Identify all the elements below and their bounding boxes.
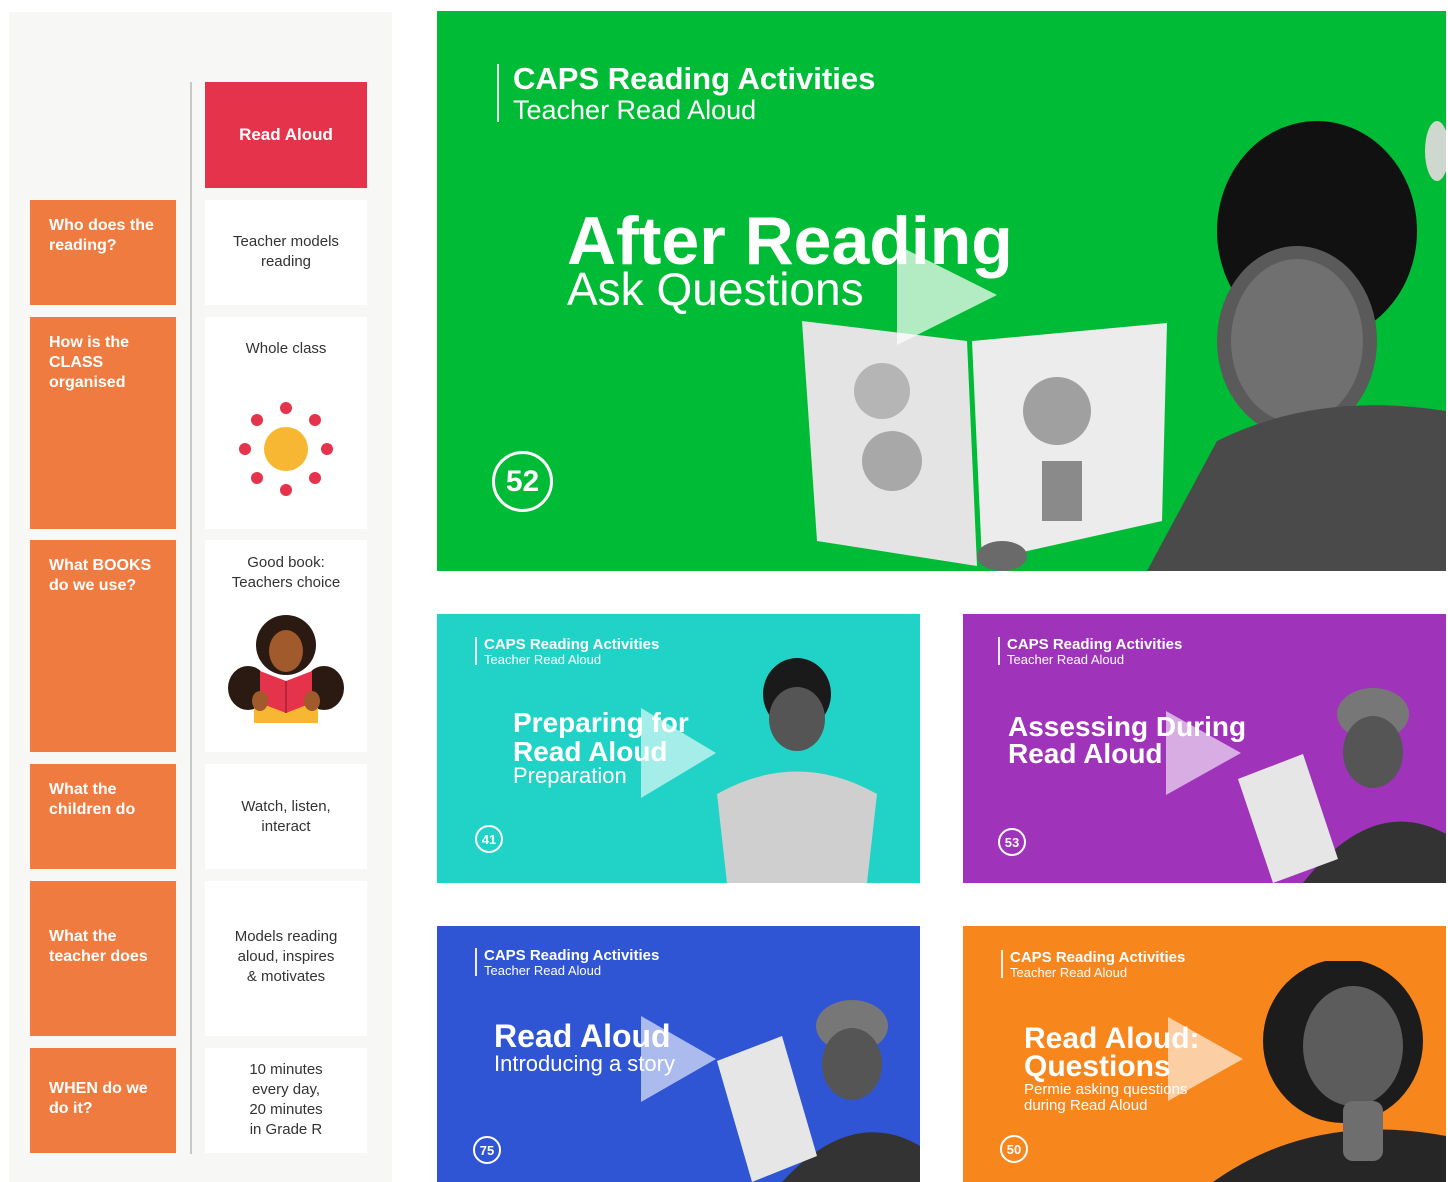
teacher-photo [717,1000,920,1182]
answer-text: 10 minutes every day, 20 minutes in Grad… [249,1061,323,1138]
answer-text: Teacher models reading [233,233,339,270]
answer-text: Watch, listen, interact [241,798,331,835]
question-teacher-does: What the teacher does [30,881,176,1036]
brand-subtitle: Teacher Read Aloud [484,652,602,667]
answer-text: Good book: Teachers choice [231,554,341,591]
video-subtitle: Preparation [513,763,627,788]
answer-children-do: Watch, listen, interact [205,764,367,869]
reading-woman-icon [228,615,344,723]
video-card-assessing[interactable]: CAPS Reading Activities Teacher Read Alo… [963,614,1446,883]
answer-class-organised: Whole class [205,317,367,529]
answer-what-books: Good book: Teachers choice [205,540,367,752]
brand-title: CAPS Reading Activities [484,947,660,964]
video-subtitle: Introducing a story [494,1051,675,1076]
video-title: Read Aloud [494,1018,671,1054]
brand-subtitle: Teacher Read Aloud [1007,652,1125,667]
brand-label: CAPS Reading Activities Teacher Read Alo… [497,61,876,125]
answer-when: 10 minutes every day, 20 minutes in Grad… [205,1048,367,1153]
sun-with-dots-icon [239,402,333,496]
answer-teacher-does: Models reading aloud, inspires & motivat… [205,881,367,1036]
brand-subtitle: Teacher Read Aloud [1010,965,1128,980]
brand-title: CAPS Reading Activities [484,636,660,653]
answer-who-reads: Teacher models reading [205,200,367,305]
brand-label: CAPS Reading Activities Teacher Read Alo… [475,947,660,978]
video-card-questions[interactable]: CAPS Reading Activities Teacher Read Alo… [963,926,1446,1182]
video-card-preparing[interactable]: CAPS Reading Activities Teacher Read Alo… [437,614,920,883]
question-what-books: What BOOKS do we use? [30,540,176,752]
brand-label: CAPS Reading Activities Teacher Read Alo… [1001,949,1186,980]
episode-number-badge: 41 [475,825,503,853]
teacher-photo [717,658,877,883]
video-title: Assessing During Read Aloud [1008,711,1247,769]
episode-number-badge: 50 [1000,1135,1028,1163]
video-title: Read Aloud: Questions [1024,1022,1200,1083]
video-title: Preparing for Read Aloud [513,707,689,767]
video-card-introducing-story[interactable]: CAPS Reading Activities Teacher Read Alo… [437,926,920,1182]
open-book-photo [802,321,1167,571]
question-who-reads: Who does the reading? [30,200,176,305]
answer-text: Models reading aloud, inspires & motivat… [234,928,338,985]
brand-title: CAPS Reading Activities [513,61,876,96]
episode-number-badge: 75 [473,1136,501,1164]
question-class-organised: How is the CLASS organised [30,317,176,529]
question-children-do: What the children do [30,764,176,869]
video-subtitle: Ask Questions [567,263,864,315]
teacher-photo [1213,961,1446,1182]
brand-label: CAPS Reading Activities Teacher Read Alo… [475,636,660,667]
brand-subtitle: Teacher Read Aloud [484,963,602,978]
video-card-after-reading[interactable]: CAPS Reading Activities Teacher Read Alo… [437,11,1446,571]
episode-number-badge: 53 [998,828,1026,856]
chart-divider [190,82,192,1154]
answer-text: Whole class [245,340,327,357]
episode-number-badge: 52 [492,451,553,512]
chart-header-read-aloud: Read Aloud [205,82,367,188]
video-subtitle: Permie asking questions during Read Alou… [1024,1081,1188,1114]
brand-label: CAPS Reading Activities Teacher Read Alo… [998,636,1183,667]
question-when: WHEN do we do it? [30,1048,176,1153]
brand-title: CAPS Reading Activities [1010,949,1186,966]
brand-title: CAPS Reading Activities [1007,636,1183,653]
brand-subtitle: Teacher Read Aloud [513,95,757,125]
teacher-photo [1238,688,1446,883]
